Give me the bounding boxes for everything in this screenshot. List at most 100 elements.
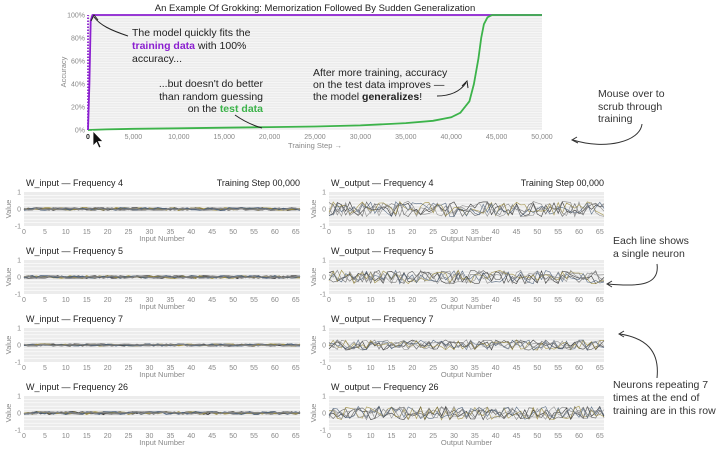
x-tick-label: 15,000 xyxy=(213,134,235,141)
panel-x-tick: 5 xyxy=(348,365,352,372)
panel-x-tick: 25 xyxy=(429,433,437,440)
panel-x-tick: 55 xyxy=(250,229,258,236)
panel-x-label: Output Number xyxy=(441,302,493,311)
panel-y-label: Value xyxy=(4,404,13,423)
panel-x-label: Input Number xyxy=(139,370,185,379)
panel-x-tick: 5 xyxy=(43,297,47,304)
panel-y-tick: 0 xyxy=(17,343,21,350)
x-tick-label: 40,000 xyxy=(440,134,462,141)
y-axis-label: Accuracy xyxy=(59,56,68,87)
y-tick-label: 80% xyxy=(71,36,85,43)
ann-gen-line1: After more training, accuracy xyxy=(313,67,448,79)
ann-gen-line2: on the test data improves — xyxy=(313,79,445,91)
side-note-neuron: Each line shows a single neuron xyxy=(606,235,689,288)
panel-3: W_input — Frequency 5-1010 5 10 15 20 25 30 35 4… xyxy=(4,246,301,311)
panel-y-label: Value xyxy=(309,200,318,219)
panel-x-tick: 60 xyxy=(271,433,279,440)
panel-x-tick: 40 xyxy=(492,229,500,236)
panel-x-tick: 15 xyxy=(388,297,396,304)
panel-x-tick: 55 xyxy=(250,297,258,304)
panel-y-tick: 1 xyxy=(17,394,21,401)
panel-x-tick: 55 xyxy=(554,365,562,372)
panel-x-tick: 40 xyxy=(492,433,500,440)
panel-x-tick: 40 xyxy=(187,297,195,304)
scrub-line3: training xyxy=(598,113,633,125)
panel-x-tick: 0 xyxy=(22,229,26,236)
panel-x-tick: 10 xyxy=(62,433,70,440)
panel-x-label: Output Number xyxy=(441,234,493,243)
panel-x-tick: 0 xyxy=(22,365,26,372)
panel-x-tick: 40 xyxy=(492,365,500,372)
panel-x-tick: 60 xyxy=(575,433,583,440)
panel-y-label: Value xyxy=(309,268,318,287)
ann-gen-highlight: generalizes xyxy=(362,91,419,103)
panel-title: W_input — Frequency 26 xyxy=(26,382,128,392)
panel-x-label: Output Number xyxy=(441,438,493,447)
panel-x-tick: 50 xyxy=(229,365,237,372)
main-x-ticks: 0 5,000 10,000 15,000 20,000 25,000 30,000 35,0… xyxy=(86,134,553,141)
panel-x-tick: 5 xyxy=(348,229,352,236)
panel-y-tick: 0 xyxy=(322,207,326,214)
panel-x-tick: 25 xyxy=(429,297,437,304)
panel-y-tick: 1 xyxy=(17,258,21,265)
x-tick-label: 0 xyxy=(86,134,90,141)
panel-x-tick: 25 xyxy=(125,433,133,440)
panel-x-tick: 40 xyxy=(492,297,500,304)
neuron-weight-panels[interactable]: W_input — Frequency 4 Training Step 00,00… xyxy=(0,160,720,455)
panel-x-tick: 50 xyxy=(533,297,541,304)
panel-x-tick: 5 xyxy=(348,297,352,304)
panel-x-tick: 15 xyxy=(83,297,91,304)
panel-x-tick: 65 xyxy=(292,433,300,440)
panel-x-tick: 60 xyxy=(271,229,279,236)
panel-x-tick: 10 xyxy=(62,229,70,236)
panel-x-tick: 5 xyxy=(43,365,47,372)
panel-x-tick: 45 xyxy=(208,229,216,236)
panel-x-tick: 50 xyxy=(229,433,237,440)
panel-x-tick: 50 xyxy=(229,297,237,304)
panel-x-tick: 65 xyxy=(596,297,604,304)
scrub-line2: scrub through xyxy=(598,101,662,113)
x-tick-label: 5,000 xyxy=(125,134,143,141)
panel-x-tick: 25 xyxy=(125,229,133,236)
panel-title: W_input — Frequency 5 xyxy=(26,246,123,256)
panel-y-label: Value xyxy=(309,404,318,423)
grokking-accuracy-chart[interactable]: An Example Of Grokking: Memorization Fol… xyxy=(0,0,720,160)
panel-x-tick: 65 xyxy=(596,229,604,236)
panel-x-tick: 60 xyxy=(575,229,583,236)
panel-y-tick: -1 xyxy=(320,428,326,435)
panel-x-tick: 20 xyxy=(408,229,416,236)
panel-y-tick: 0 xyxy=(17,411,21,418)
x-tick-label: 20,000 xyxy=(259,134,281,141)
panel-x-tick: 20 xyxy=(408,433,416,440)
panel-y-label: Value xyxy=(309,336,318,355)
panel-x-tick: 15 xyxy=(388,229,396,236)
panel-8: W_output — Frequency 26-1010 5 10 15 20 25 30 3… xyxy=(309,382,605,447)
x-tick-label: 35,000 xyxy=(395,134,417,141)
panel-x-tick: 45 xyxy=(208,365,216,372)
panel-y-tick: 1 xyxy=(17,326,21,333)
panel-x-tick: 0 xyxy=(22,297,26,304)
panel-x-tick: 15 xyxy=(83,229,91,236)
chart-title: An Example Of Grokking: Memorization Fol… xyxy=(155,3,476,14)
panel-title: W_input — Frequency 4 xyxy=(26,178,123,188)
ann-gen-pre: the model xyxy=(313,91,362,103)
scrub-arrow xyxy=(572,123,643,145)
ann-gen-post: ! xyxy=(419,91,422,103)
svg-text:accuracy...: accuracy... xyxy=(132,53,182,65)
y-tick-label: 40% xyxy=(71,82,85,89)
y-tick-label: 60% xyxy=(71,59,85,66)
x-tick-label: 10,000 xyxy=(168,134,190,141)
panel-x-tick: 65 xyxy=(596,365,604,372)
ann-train-post: with 100% xyxy=(195,40,246,52)
panel-2: W_output — Frequency 4 Training Step 00,0… xyxy=(309,178,605,243)
panel-x-tick: 45 xyxy=(513,229,521,236)
panel-x-tick: 0 xyxy=(327,297,331,304)
panel-x-tick: 25 xyxy=(125,297,133,304)
neuron-line2: a single neuron xyxy=(613,248,685,260)
panel-x-tick: 5 xyxy=(43,229,47,236)
panel-y-tick: -1 xyxy=(320,360,326,367)
panel-x-tick: 45 xyxy=(513,365,521,372)
panel-x-tick: 0 xyxy=(327,433,331,440)
ann-train-line3: accuracy... xyxy=(132,53,182,65)
side-note-scrub: Mouse over to scrub through training xyxy=(570,88,665,145)
